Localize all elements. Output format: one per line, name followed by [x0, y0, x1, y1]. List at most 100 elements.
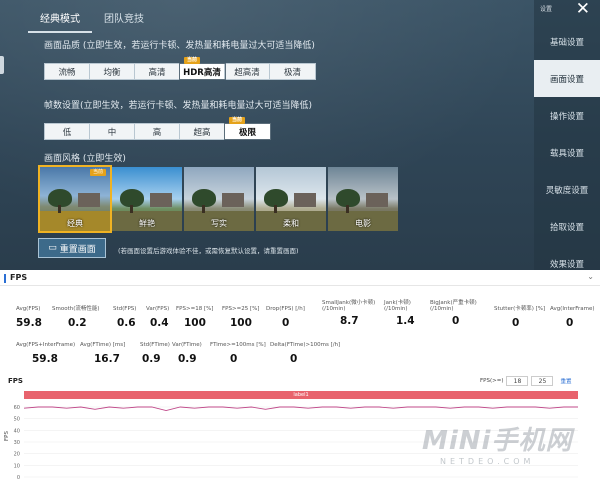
fps-range-label: FPS(>=) [480, 378, 504, 384]
scene-building [150, 193, 172, 207]
reset-note: (若画面设置后游戏体验不佳，或需恢复默认设置，请重置画面) [118, 247, 299, 255]
metric-avg-fps: Avg(FPS) 59.8 [16, 306, 42, 329]
sidebar-item-sensitivity[interactable]: 灵敏度设置 [534, 171, 600, 208]
metric-label: Var(FPS) [146, 306, 170, 312]
fps-option-extreme[interactable]: 当前 极限 [224, 117, 271, 140]
style-caption: 写实 [211, 219, 227, 228]
fps-report: FPS ⌄ Avg(FPS) 59.8 Smooth(流畅性能) 0.2 Std… [0, 270, 600, 479]
scene-trunk [346, 205, 349, 213]
watermark-subtext: NETDEO.COM [440, 457, 535, 466]
current-badge: 当前 [184, 57, 201, 64]
sidebar-item-graphics[interactable]: 画面设置 [534, 60, 600, 97]
fps-option-ultra[interactable]: 超高 [180, 124, 225, 139]
metric-value: 100 [230, 317, 252, 329]
settings-sidebar: 设置 ✕ 基础设置 画面设置 操作设置 载具设置 灵敏度设置 拾取设置 效果设置 [534, 0, 600, 270]
quality-option-hd[interactable]: 高清 [135, 64, 180, 79]
chart-legend-bar[interactable]: label1 [24, 391, 578, 399]
quality-option-extreme[interactable]: 极清 [270, 64, 315, 79]
metric-label: BigJank(严重卡顿) (/10min) [430, 300, 477, 312]
sidebar-item-basic[interactable]: 基础设置 [534, 23, 600, 60]
fps-range-max-input[interactable]: 25 [531, 376, 554, 386]
y-tick-label: 30 [14, 440, 20, 446]
metric-label: Drop(FPS) [/h] [266, 306, 305, 312]
fps-option-low[interactable]: 低 [45, 124, 90, 139]
sidebar-item-vehicle[interactable]: 载具设置 [534, 134, 600, 171]
metric-value: 0.4 [150, 317, 169, 329]
collapse-chevron-icon[interactable]: ⌄ [587, 272, 594, 281]
metric-label: Stutter(卡顿率) [%] [494, 306, 546, 312]
current-badge: 当前 [89, 169, 106, 176]
chart-title: FPS [8, 377, 23, 385]
metric-label: FPS>=18 [%] [176, 306, 214, 312]
style-option-cinematic[interactable]: 电影 [328, 167, 398, 231]
quality-option-hdr[interactable]: 当前 HDR高清 [179, 57, 226, 80]
metric-value: 0.9 [178, 353, 197, 365]
left-edge-handle[interactable] [0, 56, 4, 74]
scene-trunk [130, 205, 133, 213]
metric-value: 0.9 [142, 353, 161, 365]
quality-option-balanced[interactable]: 均衡 [90, 64, 135, 79]
watermark-logo: MiNi手机网 NETDEO.COM [422, 420, 592, 466]
metric-value: 0 [282, 317, 290, 329]
metric-big-jank: BigJank(严重卡顿) (/10min) 0 [430, 300, 486, 327]
style-selector: 当前 经典 鲜艳 写实 柔和 电影 [38, 165, 398, 233]
quality-selector: 流畅 均衡 高清 当前 HDR高清 超高清 极清 [44, 57, 316, 80]
style-option-classic[interactable]: 当前 经典 [38, 165, 112, 233]
quality-section-label: 画面品质 (立即生效，若运行卡顿、发热量和耗电量过大可适当降低) [44, 41, 315, 51]
report-title: FPS [10, 273, 28, 282]
metric-value: 0.2 [68, 317, 87, 329]
fps-range-filter: FPS(>=) 18 25 重置 [480, 376, 572, 386]
style-option-realistic[interactable]: 写实 [184, 167, 254, 231]
metric-value: 0 [566, 317, 574, 329]
metric-drop-fps: Drop(FPS) [/h] 0 [266, 306, 305, 329]
metric-value: 100 [184, 317, 206, 329]
style-option-vivid[interactable]: 鲜艳 [112, 167, 182, 231]
metric-fps-18: FPS>=18 [%] 100 [176, 306, 213, 329]
metric-value: 0 [290, 353, 298, 365]
scene-building [78, 193, 100, 207]
metric-avg-ftime: Avg(FTime) [ms] 16.7 [80, 342, 125, 365]
sidebar-item-pickup[interactable]: 拾取设置 [534, 208, 600, 245]
fps-option-medium[interactable]: 中 [90, 124, 135, 139]
scene-building [222, 193, 244, 207]
sidebar-item-effects[interactable]: 效果设置 [534, 245, 600, 270]
fps-range-min-input[interactable]: 18 [506, 376, 529, 386]
tab-classic-mode[interactable]: 经典模式 [28, 6, 92, 33]
style-caption: 柔和 [283, 219, 299, 228]
reset-graphics-button[interactable]: ▭ 重置画面 [38, 238, 106, 258]
quality-option-smooth[interactable]: 流畅 [45, 64, 90, 79]
metric-smooth: Smooth(流畅性能) 0.2 [52, 306, 100, 329]
style-option-soft[interactable]: 柔和 [256, 167, 326, 231]
sidebar-item-controls[interactable]: 操作设置 [534, 97, 600, 134]
metric-label: Smooth(流畅性能) [52, 306, 100, 312]
metric-label: Var(FTime) [172, 342, 202, 348]
metric-label: FPS>=25 [%] [222, 306, 260, 312]
quality-option-uhd[interactable]: 超高清 [225, 64, 270, 79]
sidebar-title: 设置 [540, 6, 553, 13]
fps-range-reset-link[interactable]: 重置 [560, 377, 571, 385]
metric-value: 1.4 [396, 315, 415, 327]
y-tick-label: 50 [14, 417, 20, 423]
metric-delta-ftime: Delta(FTime)>100ms [/h] 0 [270, 342, 340, 365]
metric-label: Avg(FPS) [16, 306, 41, 312]
header-accent-bar [4, 274, 6, 283]
metric-avg-fps-interframe: Avg(FPS+InterFrame) 59.8 [16, 342, 75, 365]
y-tick-label: 60 [14, 405, 20, 411]
fps-selector: 低 中 高 超高 当前 极限 [44, 117, 271, 140]
mode-tabs: 经典模式 团队竞技 [28, 6, 156, 33]
scene-trunk [58, 205, 61, 213]
metric-fps-25: FPS>=25 [%] 100 [222, 306, 259, 329]
metric-value: 59.8 [16, 317, 42, 329]
metric-value: 59.8 [32, 353, 58, 365]
series-line-label1 [23, 406, 578, 411]
style-section-label: 画面风格 (立即生效) [44, 154, 126, 164]
fps-option-extreme-label: 极限 [238, 127, 256, 138]
metric-avg-interframe: Avg(InterFrame) 0 [550, 306, 595, 329]
reset-graphics-label: 重置画面 [59, 244, 96, 255]
fps-option-high[interactable]: 高 [135, 124, 180, 139]
metric-std-fps: Std(FPS) 0.6 [113, 306, 136, 329]
close-icon[interactable]: ✕ [576, 0, 590, 18]
metric-label: Avg(InterFrame) [550, 306, 595, 312]
tab-team-deathmatch[interactable]: 团队竞技 [92, 6, 156, 33]
metric-label: Avg(FPS+InterFrame) [16, 342, 76, 348]
